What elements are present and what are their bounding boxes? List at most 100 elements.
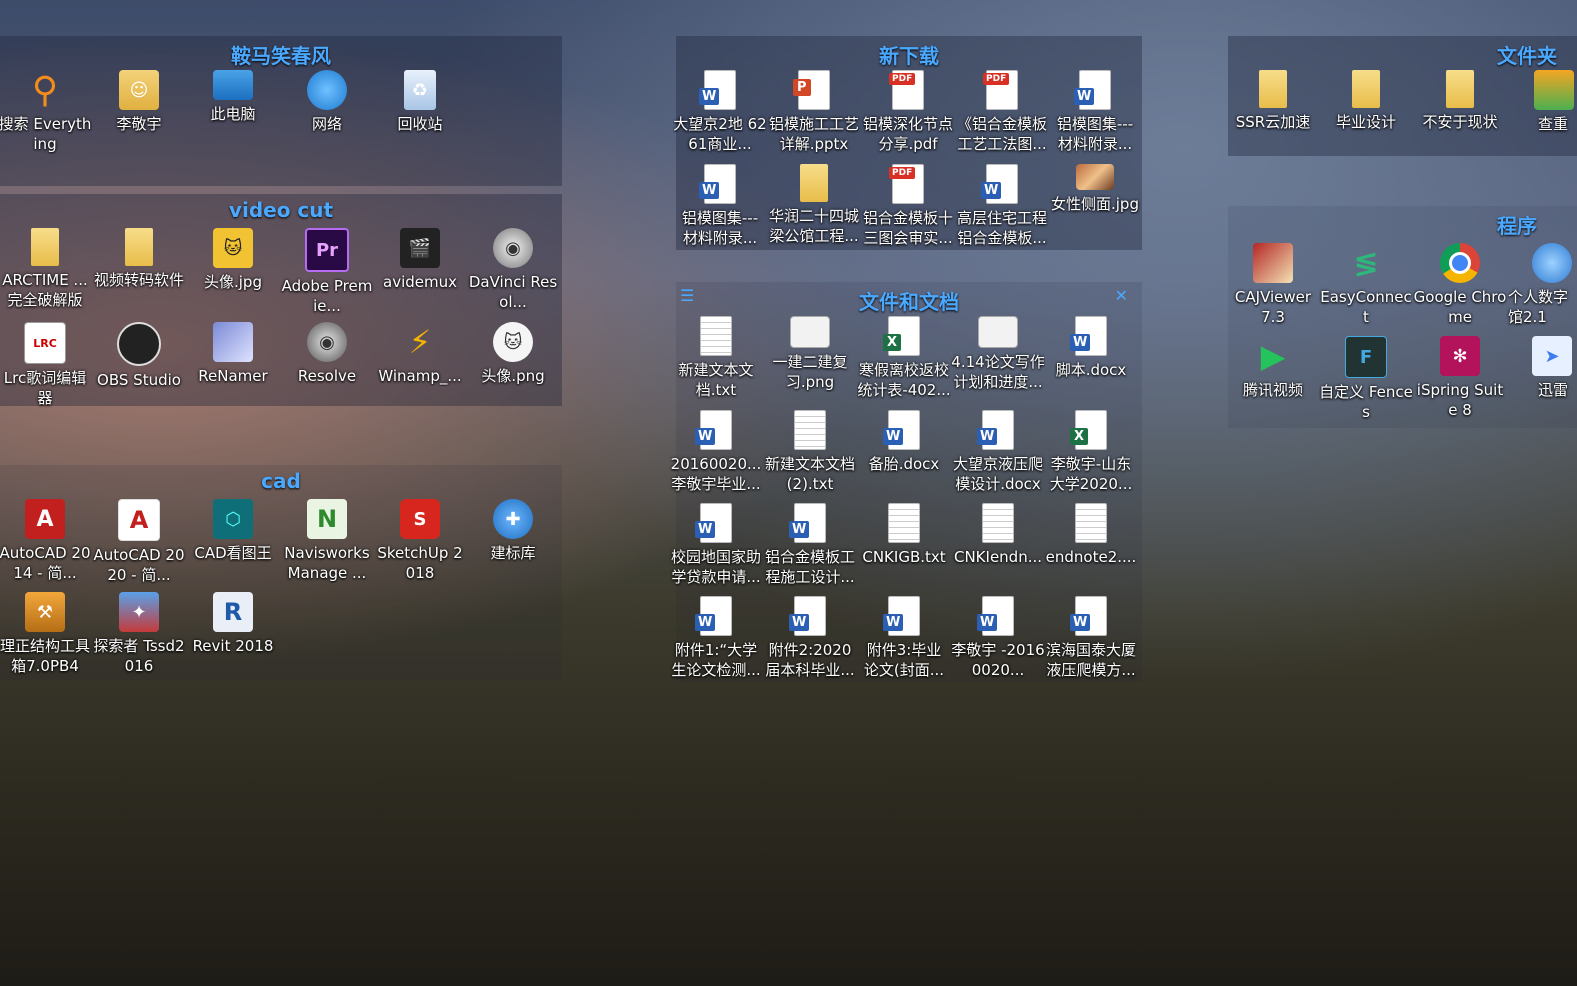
desktop-icon[interactable]: ✦ 探索者 Tssd2016	[92, 592, 186, 676]
desktop-icon[interactable]: 铝合金模板工 程施工设计...	[763, 503, 857, 587]
icon-label: 回收站	[397, 115, 443, 133]
folder-icon	[800, 164, 828, 202]
desktop-icon[interactable]: 华润二十四城 梁公馆工程...	[767, 164, 861, 246]
desktop-icon[interactable]: 不安于现状	[1413, 70, 1507, 132]
icon-label: 迅雷	[1538, 381, 1569, 399]
desktop-icon[interactable]: 寒假离校返校 统计表-402...	[857, 316, 951, 400]
icon-label: 寒假离校返校 统计表-402...	[857, 361, 951, 399]
desktop-icon[interactable]: 🐱 头像.png	[466, 322, 560, 386]
desktop-icon[interactable]: A AutoCAD 2014 - 简...	[0, 499, 92, 583]
icon-label: 华润二十四城 梁公馆工程...	[768, 207, 859, 245]
word-icon	[789, 596, 826, 636]
lrc-icon: LRC	[24, 322, 66, 364]
desktop-icon[interactable]: 铝模深化节点 分享.pdf	[861, 70, 955, 154]
desktop-icon[interactable]: ▶ 腾讯视频	[1226, 336, 1320, 400]
desktop-icon[interactable]: 高层住宅工程 铝合金模板...	[955, 164, 1049, 248]
desktop-icon[interactable]: 附件2:2020 届本科毕业...	[763, 596, 857, 680]
desktop-icon[interactable]: 李敬宇-山东 大学2020...	[1044, 410, 1138, 494]
word-icon	[699, 70, 736, 110]
desktop-icon[interactable]: CNKIendn...	[951, 503, 1045, 567]
txt-icon	[794, 410, 826, 450]
icon-label: CAJViewer 7.3	[1234, 288, 1312, 326]
desktop-icon[interactable]: 《铝合金模板 工艺工法图...	[955, 70, 1049, 154]
desktop-icon[interactable]: 铝模图集--- 材料附录...	[1048, 70, 1142, 154]
desktop-icon[interactable]: ◉ Resolve	[280, 322, 374, 386]
desktop-icon[interactable]: 滨海国泰大厦 液压爬模方...	[1044, 596, 1138, 680]
desktop-icon[interactable]: F 自定义 Fences	[1319, 336, 1413, 422]
desktop-icon[interactable]: 备胎.docx	[857, 410, 951, 474]
desktop-icon[interactable]: 新建文本文 档.txt	[669, 316, 763, 400]
desktop-icon[interactable]: ✚ 建标库	[466, 499, 560, 563]
desktop-icon[interactable]: 4.14论文写作 计划和进度...	[951, 316, 1045, 392]
desktop-icon[interactable]: R Revit 2018	[186, 592, 280, 656]
desktop-icon[interactable]: 脚本.docx	[1044, 316, 1138, 380]
desktop-icon[interactable]: Pr Adobe Premie...	[280, 228, 374, 316]
desktop-icon[interactable]: OBS Studio	[92, 322, 186, 390]
desktop-icon[interactable]: 女性侧面.jpg	[1048, 164, 1142, 214]
folder-icon	[125, 228, 153, 266]
folder-icon	[1534, 70, 1574, 110]
desktop-icon-everything[interactable]: ⚲ 搜索 Everything	[0, 70, 92, 154]
close-icon[interactable]: ✕	[1115, 286, 1128, 305]
ppt-icon	[793, 70, 830, 110]
desktop-icon[interactable]: 附件3:毕业 论文(封面...	[857, 596, 951, 680]
desktop-icon[interactable]: ReNamer	[186, 322, 280, 386]
desktop-icon[interactable]: S SketchUp 2018	[373, 499, 467, 583]
desktop-icon[interactable]: ✻ iSpring Suite 8	[1413, 336, 1507, 420]
desktop-icon[interactable]: 铝合金模板十 三图会审实...	[861, 164, 955, 248]
desktop-icon[interactable]: 查重	[1506, 70, 1577, 134]
recycle-bin-icon: ♻	[404, 70, 436, 110]
desktop-icon[interactable]: 大望京2地 6261商业...	[673, 70, 767, 154]
word-icon	[1070, 316, 1107, 356]
desktop-icon-this-pc[interactable]: 此电脑	[186, 70, 280, 124]
icon-label: 附件1:“大学 生论文检测...	[671, 641, 761, 679]
desktop-icon[interactable]: 🐱 头像.jpg	[186, 228, 280, 292]
desktop-icon[interactable]: ⬡ CAD看图王	[186, 499, 280, 563]
icon-label: ARCTIME ... 完全破解版	[2, 271, 88, 309]
pdf-icon	[889, 164, 924, 204]
desktop-icon[interactable]: 大望京液压爬 模设计.docx	[951, 410, 1045, 494]
desktop-icon[interactable]: 毕业设计	[1319, 70, 1413, 132]
desktop-icon[interactable]: ARCTIME ... 完全破解版	[0, 228, 92, 310]
desktop-icon[interactable]: endnote2....	[1044, 503, 1138, 567]
desktop-icon[interactable]: 个人数字 馆2.1	[1506, 243, 1577, 327]
desktop-icon[interactable]: SSR云加速	[1226, 70, 1320, 132]
desktop-icon[interactable]: ◉ DaVinci Resol...	[466, 228, 560, 312]
desktop-icon[interactable]: ➤ 迅雷	[1506, 336, 1577, 400]
icon-label: Lrc歌词编辑器	[3, 369, 87, 407]
desktop-icon[interactable]: ⚡ Winamp_...	[373, 322, 467, 386]
word-icon	[883, 410, 920, 450]
desktop-icon[interactable]: 校园地国家助 学贷款申请...	[669, 503, 763, 587]
desktop-icon[interactable]: Google Chrome	[1413, 243, 1507, 327]
fence-title: 文件和文档	[859, 290, 959, 314]
desktop-icon[interactable]: ≶ EasyConnect	[1319, 243, 1413, 327]
txt-icon	[982, 503, 1014, 543]
desktop-icon[interactable]: CNKIGB.txt	[857, 503, 951, 567]
desktop-icon[interactable]: 附件1:“大学 生论文检测...	[669, 596, 763, 680]
icon-label: 铝模图集--- 材料附录...	[1056, 115, 1134, 153]
icon-label: AutoCAD 2020 - 简...	[93, 546, 185, 584]
icon-label: SSR云加速	[1235, 113, 1311, 131]
desktop-icon[interactable]: 20160020... 李敬宇毕业...	[669, 410, 763, 494]
desktop-icon[interactable]: N Navisworks Manage ...	[280, 499, 374, 583]
desktop-icon[interactable]: 铝模施工工艺 详解.pptx	[767, 70, 861, 154]
desktop-icon[interactable]: 李敬宇 -20160020...	[951, 596, 1045, 680]
desktop-icon-recycle-bin[interactable]: ♻ 回收站	[373, 70, 467, 134]
desktop-icon[interactable]: 新建文本文档 (2).txt	[763, 410, 857, 494]
tencent-video-icon: ▶	[1260, 337, 1286, 375]
icon-label: 腾讯视频	[1242, 381, 1303, 399]
desktop-icon[interactable]: A AutoCAD 2020 - 简...	[92, 499, 186, 585]
desktop-icon[interactable]: 铝模图集--- 材料附录...	[673, 164, 767, 248]
icon-label: 此电脑	[210, 105, 256, 123]
desktop-icon[interactable]: 视频转码软件	[92, 228, 186, 290]
icon-label: Google Chrome	[1413, 288, 1507, 326]
desktop-icon[interactable]: CAJViewer 7.3	[1226, 243, 1320, 327]
desktop-icon[interactable]: ⚒ 理正结构工具箱7.0PB4	[0, 592, 92, 676]
desktop-icon-network[interactable]: 网络	[280, 70, 374, 134]
word-icon	[699, 164, 736, 204]
desktop-icon-user[interactable]: ☺ 李敬宇	[92, 70, 186, 134]
txt-icon	[700, 316, 732, 356]
desktop-icon[interactable]: 🎬 avidemux	[373, 228, 467, 292]
desktop-icon[interactable]: 一建二建复 习.png	[763, 316, 857, 392]
desktop-icon[interactable]: LRC Lrc歌词编辑器	[0, 322, 92, 408]
